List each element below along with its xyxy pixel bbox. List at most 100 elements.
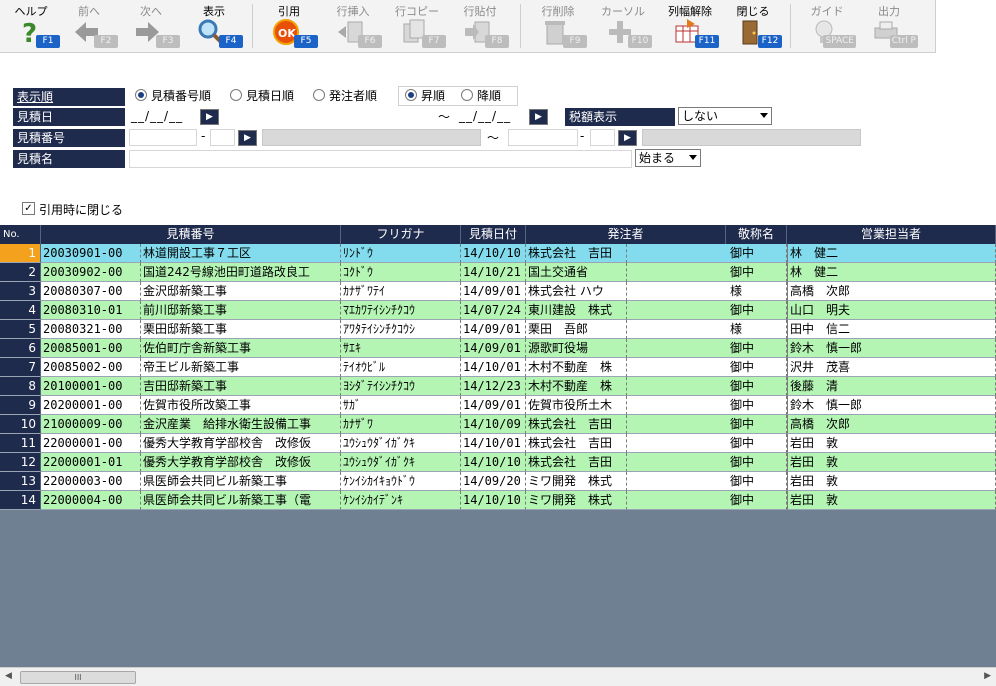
column-header[interactable]: 発注者 [526,225,726,244]
toolbar-button-row-insert[interactable]: 行挿入 F6 [322,0,384,52]
toolbar-button-magnifier[interactable]: 表示 F4 [183,0,245,52]
column-header[interactable]: 見積日付 [461,225,526,244]
toolbar-button-row-copy[interactable]: 行コピー F7 [386,0,448,52]
toolbar-button-lightbulb[interactable]: ガイド SPACE [796,0,858,52]
radio-dot [461,89,473,101]
function-key-badge: F2 [94,35,118,48]
toolbar-button-arrow-right[interactable]: 次へ F3 [120,0,182,52]
radio-label: 見積日順 [246,89,295,103]
name-label: 見積名 [13,150,125,168]
match-mode-value: 始まる [639,151,676,165]
tilde-2: ～ [487,131,500,145]
order-radio-1[interactable]: 見積番号順 [135,87,211,105]
toolbar-button-door-exit[interactable]: 閉じる F12 [722,0,784,52]
dash-2: - [580,129,585,143]
toolbar-button-label: 行貼付 [463,5,497,18]
direction-radio-2[interactable]: 降順 [461,87,501,105]
function-key-badge: F4 [219,35,243,48]
toolbar-button-label: ヘルプ [14,5,48,18]
toolbar-button-ok[interactable]: 引用 OK F5 [258,0,320,52]
order-radio-2[interactable]: 見積日順 [230,87,294,105]
function-key-badge: F7 [422,35,446,48]
toolbar-button-print[interactable]: 出力 Ctrl P [858,0,920,52]
close-on-quote-checkbox[interactable]: ✓ [22,202,35,215]
grid-header: No. 見積番号 フリガナ 見積日付 発注者 敬称名 営業担当者 [0,225,996,244]
function-key-badge: F11 [695,35,719,48]
toolbar-button-row-paste[interactable]: 行貼付 F8 [449,0,511,52]
table-row[interactable] [0,415,996,434]
table-row[interactable] [0,396,996,415]
match-mode-select[interactable]: 始まる [635,149,701,167]
scrollbar-thumb[interactable]: III [20,671,136,684]
direction-radio-1[interactable]: 昇順 [405,87,445,105]
table-row[interactable] [0,282,996,301]
table-row[interactable] [0,320,996,339]
toolbar-button-label: 表示 [203,5,225,18]
toolbar-button-help[interactable]: ヘルプ? F1 [0,0,62,52]
toolbar-button-column-width[interactable]: 列幅解除 F11 [659,0,721,52]
column-header[interactable]: No. [0,225,41,244]
scroll-left-icon[interactable]: ◀ [5,671,12,681]
function-key-badge: F9 [563,35,587,48]
number-to-branch-input[interactable] [590,129,615,146]
tax-label: 税額表示 [565,108,675,126]
toolbar-separator [252,4,253,48]
order-radio-3[interactable]: 発注者順 [313,87,377,105]
number-label: 見積番号 [13,129,125,147]
function-key-badge: Ctrl P [889,35,918,48]
number-to-main-input[interactable] [508,129,578,146]
table-row[interactable] [0,434,996,453]
toolbar-button-label: 行コピー [395,5,439,18]
function-key-badge: F6 [358,35,382,48]
number-from-picker-button[interactable]: ▶ [238,130,257,146]
function-key-badge: SPACE [823,35,856,48]
number-from-branch-input[interactable] [210,129,235,146]
toolbar-button-cursor-cross[interactable]: カーソル F10 [592,0,654,52]
radio-dot [230,89,242,101]
column-header[interactable]: フリガナ [341,225,461,244]
dash: - [201,129,206,143]
tax-display-select[interactable]: しない [678,107,772,125]
table-row[interactable] [0,339,996,358]
table-row[interactable] [0,301,996,320]
toolbar-button-arrow-left[interactable]: 前へ F2 [58,0,120,52]
table-row[interactable] [0,472,996,491]
function-key-badge: F1 [36,35,60,48]
toolbar-button-label: 列幅解除 [668,5,712,18]
number-to-picker-button[interactable]: ▶ [618,130,637,146]
table-row[interactable] [0,263,996,282]
table-row[interactable] [0,453,996,472]
date-to-picker-button[interactable]: ▶ [529,109,548,125]
date-from-field[interactable]: __/__/__ [131,107,183,125]
order-label: 表示順 [13,88,125,106]
number-from-main-input[interactable] [129,129,197,146]
toolbar-button-label: 次へ [140,5,162,18]
table-row[interactable] [0,377,996,396]
table-row[interactable] [0,358,996,377]
horizontal-scrollbar[interactable]: ◀ III ▶ [0,667,996,686]
date-to-field[interactable]: __/__/__ [459,107,511,125]
tax-display-value: しない [682,109,719,123]
column-header[interactable]: 営業担当者 [787,225,996,244]
radio-label: 発注者順 [329,89,378,103]
radio-dot [405,89,417,101]
estimate-grid: No. 見積番号 フリガナ 見積日付 発注者 敬称名 営業担当者 1 20030901-00 林… [0,225,996,667]
number-from-name-display [262,129,481,146]
toolbar-button-label: 閉じる [736,5,770,18]
table-row[interactable] [0,244,996,263]
scroll-right-icon[interactable]: ▶ [984,671,991,681]
toolbar-button-label: ガイド [810,5,844,18]
function-key-badge: F12 [758,35,782,48]
column-header[interactable]: 見積番号 [41,225,341,244]
date-from-picker-button[interactable]: ▶ [200,109,219,125]
function-key-badge: F10 [628,35,652,48]
close-on-quote-label: 引用時に閉じる [39,203,124,217]
column-header[interactable]: 敬称名 [726,225,787,244]
estimate-name-input[interactable] [129,150,632,168]
toolbar-button-label: 出力 [878,5,900,18]
table-row[interactable] [0,491,996,510]
radio-label: 降順 [477,89,502,103]
radio-dot [135,89,147,101]
radio-label: 見積番号順 [151,89,212,103]
toolbar-button-row-delete[interactable]: 行削除 F9 [527,0,589,52]
